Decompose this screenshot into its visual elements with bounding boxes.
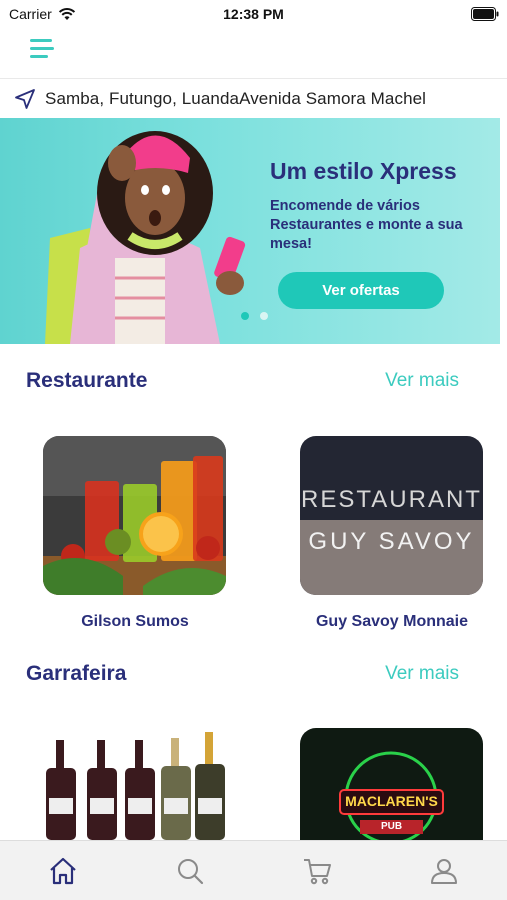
status-bar: Carrier 12:38 PM — [0, 0, 507, 28]
restaurant-card-image[interactable] — [43, 436, 226, 595]
juice-photo — [43, 436, 226, 595]
tab-search[interactable] — [127, 841, 254, 900]
battery-icon — [471, 7, 499, 21]
section-title-restaurants: Restaurante — [26, 369, 148, 392]
search-icon — [178, 858, 204, 884]
menu-icon[interactable] — [28, 37, 56, 61]
restaurant-name[interactable]: Guy Savoy Monnaie — [292, 613, 492, 631]
banner-title: Um estilo Xpress — [270, 158, 457, 184]
app-header — [0, 28, 507, 79]
home-icon — [50, 857, 77, 884]
restaurant-sign-line2: GUY SAVOY — [308, 528, 475, 555]
profile-icon — [430, 858, 457, 884]
restaurant-name[interactable]: Gilson Sumos — [35, 613, 235, 631]
bottom-tab-bar — [0, 840, 507, 900]
wine-bottles-photo — [46, 732, 225, 840]
location-address: Samba, Futungo, LuandaAvenida Samora Mac… — [45, 89, 427, 108]
tab-home[interactable] — [0, 841, 127, 900]
view-offers-button[interactable]: Ver ofertas — [278, 272, 444, 309]
pub-sign-sub: PUB — [380, 821, 403, 832]
see-more-wine-shop-link[interactable]: Ver mais — [385, 663, 459, 685]
banner-woman-illustration — [45, 131, 246, 344]
see-more-restaurants-link[interactable]: Ver mais — [385, 370, 459, 392]
status-time: 12:38 PM — [223, 6, 284, 22]
carousel-dot[interactable] — [260, 312, 268, 320]
location-bar[interactable]: Samba, Futungo, LuandaAvenida Samora Mac… — [0, 80, 507, 118]
cart-icon — [303, 858, 331, 884]
wine-shop-card-image[interactable]: MACLAREN'S PUB — [300, 728, 483, 840]
location-arrow-icon — [15, 89, 35, 109]
pub-sign-name: MACLAREN'S — [345, 793, 438, 809]
banner-subtitle: Encomende de vários Restaurantes e monte… — [270, 198, 463, 252]
carousel-dot-active[interactable] — [241, 312, 249, 320]
promo-banner[interactable]: Um estilo Xpress Encomende de vários Res… — [0, 118, 500, 344]
tab-profile[interactable] — [380, 841, 507, 900]
section-title-wine-shop: Garrafeira — [26, 662, 127, 685]
tab-cart[interactable] — [254, 841, 381, 900]
restaurant-card-image[interactable]: RESTAURANT GUY SAVOY — [300, 436, 483, 595]
wine-shop-card-image[interactable] — [43, 728, 226, 840]
restaurant-sign-line1: RESTAURANT — [301, 486, 482, 513]
